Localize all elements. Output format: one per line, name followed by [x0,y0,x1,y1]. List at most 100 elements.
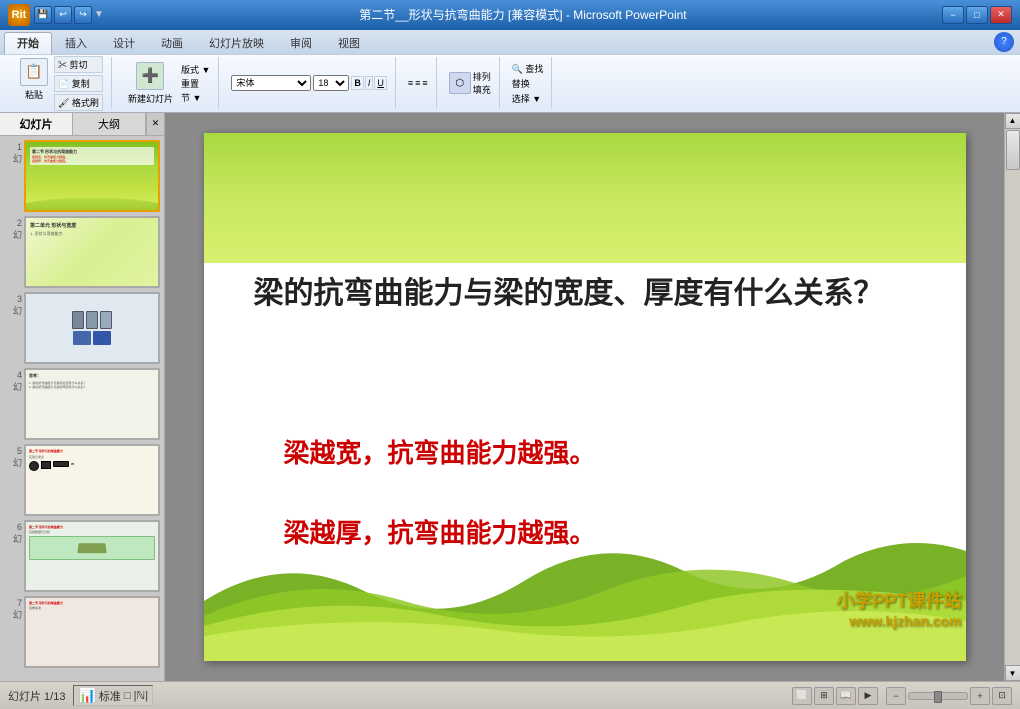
layout-button[interactable]: 版式 ▼ [181,63,210,76]
zoom-slider-thumb[interactable] [934,691,942,703]
reset-button[interactable]: 重置 [181,77,210,90]
slide-answer1: 梁越宽，抗弯曲能力越强。 [284,433,596,470]
arrange-button[interactable]: 排列 [473,70,491,83]
tab-insert[interactable]: 插入 [52,32,100,54]
main-slide[interactable]: 梁的抗弯曲能力与梁的宽度、厚度有什么关系？ 梁越宽，抗弯曲能力越强。 梁越厚，抗… [204,133,966,661]
outline-tab[interactable]: 大纲 [73,113,146,135]
main-slide-area: 梁的抗弯曲能力与梁的宽度、厚度有什么关系？ 梁越宽，抗弯曲能力越强。 梁越厚，抗… [165,113,1004,681]
sidebar-close-button[interactable]: ✕ [146,113,164,135]
tab-design[interactable]: 设计 [100,32,148,54]
zoom-control: − + ⊡ [886,687,1012,705]
slide-num-3: 3幻 [4,292,22,317]
tab-animation[interactable]: 动画 [148,32,196,54]
close-button[interactable]: ✕ [990,6,1012,24]
zoom-out-button[interactable]: − [886,687,906,705]
slide-thumb-2[interactable]: 2幻 第二单元 形状与宽度 1. 形状与弯曲能力 [4,216,160,288]
align-right-button[interactable]: ≡ [422,78,427,88]
paste-button[interactable]: 📋 粘贴 [16,56,52,111]
align-left-button[interactable]: ≡ [408,78,413,88]
editing-group: 🔍 查找 替换 选择 ▼ [504,57,553,109]
slides-group: ➕ 新建幻灯片 版式 ▼ 重置 节 ▼ [116,57,219,109]
reading-view-button[interactable]: 📖 [836,687,856,705]
slide-num-1: 1幻 [4,140,22,165]
slide-question: 梁的抗弯曲能力与梁的宽度、厚度有什么关系？ [254,273,916,315]
slideshow-button[interactable]: ▶ [858,687,878,705]
slide-thumb-5[interactable]: 5幻 第二节 形状与抗弯曲能力 实验记录表 w [4,444,160,516]
fill-button[interactable]: 填充 [473,83,491,96]
drawing-group: ⬡ 排列 填充 [441,57,500,109]
view-buttons: ⬜ ⊞ 📖 ▶ [792,687,878,705]
scroll-down-button[interactable]: ▼ [1005,665,1020,681]
paragraph-group: ≡ ≡ ≡ [400,57,437,109]
slide-preview-3[interactable] [24,292,160,364]
section-button[interactable]: 节 ▼ [181,91,210,104]
slide-preview-5[interactable]: 第二节 形状与抗弯曲能力 实验记录表 w [24,444,160,516]
copy-button[interactable]: 📄 复制 [54,75,103,92]
status-zoom-indicator: □ [124,690,131,702]
new-slide-button[interactable]: ➕ 新建幻灯片 [124,60,177,107]
slide-preview-4[interactable]: 思考： 1. 梁的抗弯曲能力与梁的宽度有什么关系？ 2. 梁的抗弯曲能力与梁的厚… [24,368,160,440]
slides-tab[interactable]: 幻灯片 [0,113,73,135]
select-button[interactable]: 选择 ▼ [512,92,544,105]
find-button[interactable]: 🔍 查找 [512,62,544,75]
save-button[interactable]: 💾 [34,6,52,24]
scroll-thumb[interactable] [1006,130,1020,170]
office-logo: Rit [8,4,30,26]
cut-button[interactable]: ✂ 剪切 [54,56,103,73]
undo-button[interactable]: ↩ [54,6,72,24]
right-scrollbar: ▲ ▼ [1004,113,1020,681]
status-view-label: 标准 [99,688,121,704]
font-family-select[interactable]: 宋体 [231,75,311,91]
status-view-area: 📊 标准 □ |ℕ| [73,685,153,706]
slide-thumb-7[interactable]: 7幻 第二节 形状与抗弯曲能力 延伸思考 [4,596,160,668]
maximize-button[interactable]: □ [966,6,988,24]
slide-thumb-4[interactable]: 4幻 思考： 1. 梁的抗弯曲能力与梁的宽度有什么关系？ 2. 梁的抗弯曲能力与… [4,368,160,440]
shapes-button[interactable]: ⬡ [449,72,471,94]
bold-button[interactable]: B [351,76,364,90]
slide-preview-6[interactable]: 第二节 形状与抗弯曲能力 实验数据与分析 [24,520,160,592]
window-title: 第二节__形状与抗弯曲能力 [兼容模式] - Microsoft PowerPo… [104,6,942,23]
slide-sorter-button[interactable]: ⊞ [814,687,834,705]
tab-home[interactable]: 开始 [4,32,52,54]
fit-slide-button[interactable]: ⊡ [992,687,1012,705]
title-bar-left: Rit 💾 ↩ ↪ ▼ [8,4,104,26]
main-area: 幻灯片 大纲 ✕ 1幻 第二节 形状与抗弯曲能力 梁越宽，抗弯曲能力越强。 [0,113,1020,681]
redo-button[interactable]: ↪ [74,6,92,24]
scroll-track [1005,129,1020,665]
scroll-up-button[interactable]: ▲ [1005,113,1020,129]
tab-slideshow[interactable]: 幻灯片放映 [196,32,277,54]
ribbon-content: 📋 粘贴 ✂ 剪切 📄 复制 🖌 格式刷 ➕ 新建幻灯片 [0,54,1020,112]
status-view-icon: 📊 [78,687,95,704]
minimize-button[interactable]: − [942,6,964,24]
slide-num-2: 2幻 [4,216,22,241]
underline-button[interactable]: U [374,76,387,90]
quick-access-toolbar: 💾 ↩ ↪ ▼ [34,6,104,24]
status-bar: 幻灯片 1/13 📊 标准 □ |ℕ| ⬜ ⊞ 📖 ▶ − + [0,681,1020,709]
slide-status: 幻灯片 1/13 [8,688,65,704]
window-controls: − □ ✕ [942,6,1012,24]
italic-button[interactable]: I [365,76,374,90]
slide-thumbnail-panel: 1幻 第二节 形状与抗弯曲能力 梁越宽，抗弯曲能力越强。 梁越厚，抗弯曲能力越强… [0,136,164,681]
font-size-select[interactable]: 18 [313,75,349,91]
ribbon-tab-bar: 开始 插入 设计 动画 幻灯片放映 审阅 视图 ? [0,30,1020,54]
slide-thumb-3[interactable]: 3幻 [4,292,160,364]
help-button[interactable]: ? [994,32,1014,52]
replace-button[interactable]: 替换 [512,77,544,90]
slide-thumb-6[interactable]: 6幻 第二节 形状与抗弯曲能力 实验数据与分析 [4,520,160,592]
clipboard-group: 📋 粘贴 ✂ 剪切 📄 复制 🖌 格式刷 [8,57,112,109]
tab-view[interactable]: 视图 [325,32,373,54]
slide-panel: 幻灯片 大纲 ✕ 1幻 第二节 形状与抗弯曲能力 梁越宽，抗弯曲能力越强。 [0,113,165,681]
sidebar-tab-bar: 幻灯片 大纲 ✕ [0,113,164,136]
ribbon: 开始 插入 设计 动画 幻灯片放映 审阅 视图 ? 📋 粘贴 ✂ 剪切 [0,30,1020,113]
slide-preview-2[interactable]: 第二单元 形状与宽度 1. 形状与弯曲能力 [24,216,160,288]
tab-review[interactable]: 审阅 [277,32,325,54]
slide-count-text: 幻灯片 1/13 [8,688,65,704]
zoom-in-button[interactable]: + [970,687,990,705]
slide-preview-1[interactable]: 第二节 形状与抗弯曲能力 梁越宽，抗弯曲能力越强。 梁越厚，抗弯曲能力越强。 [24,140,160,212]
slide-preview-7[interactable]: 第二节 形状与抗弯曲能力 延伸思考 [24,596,160,668]
slide-thumb-1[interactable]: 1幻 第二节 形状与抗弯曲能力 梁越宽，抗弯曲能力越强。 梁越厚，抗弯曲能力越强… [4,140,160,212]
normal-view-button[interactable]: ⬜ [792,687,812,705]
zoom-slider[interactable] [908,692,968,700]
format-painter-button[interactable]: 🖌 格式刷 [54,94,103,111]
align-center-button[interactable]: ≡ [415,78,420,88]
